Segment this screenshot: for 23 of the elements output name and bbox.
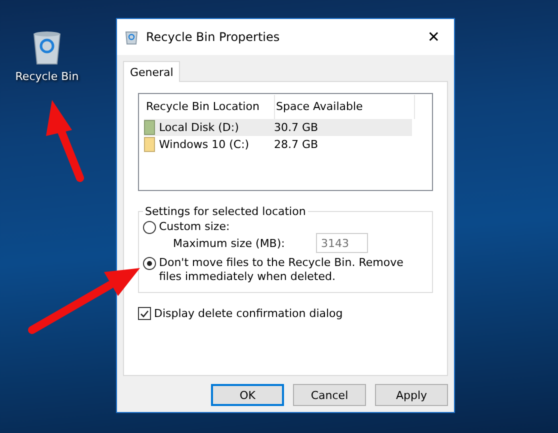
space-text: 30.7 GB [274, 121, 320, 134]
radio-button[interactable] [143, 257, 156, 270]
option-label: Custom size: [159, 220, 230, 234]
max-size-label: Maximum size (MB): [173, 236, 285, 250]
window-title: Recycle Bin Properties [146, 30, 281, 44]
dialog-button[interactable]: OK [211, 384, 284, 406]
radio-button[interactable] [143, 221, 156, 234]
desktop-icon-label[interactable]: Recycle Bin [15, 70, 79, 83]
checkbox-label: Display delete confirmation dialog [154, 307, 343, 321]
list-row[interactable]: Windows 10 (C:) 28.7 GB [144, 136, 412, 153]
location-text: Windows 10 (C:) [159, 138, 250, 151]
location-text: Local Disk (D:) [159, 121, 239, 134]
tab[interactable]: General [123, 61, 180, 82]
space-text: 28.7 GB [274, 138, 320, 151]
option-label: Don't move files to the Recycle Bin. Remove files immediately when deleted. [159, 256, 404, 284]
recycle-bin-icon [125, 30, 138, 44]
dialog-button[interactable]: Cancel [293, 384, 366, 406]
close-button[interactable]: ✕ [421, 28, 446, 46]
list-row[interactable]: Local Disk (D:) 30.7 GB [144, 119, 412, 136]
checkbox[interactable] [138, 307, 151, 320]
group-title: Settings for selected location [144, 205, 307, 218]
recycle-bin-icon [32, 30, 62, 66]
dialog-button[interactable]: Apply [375, 384, 448, 406]
